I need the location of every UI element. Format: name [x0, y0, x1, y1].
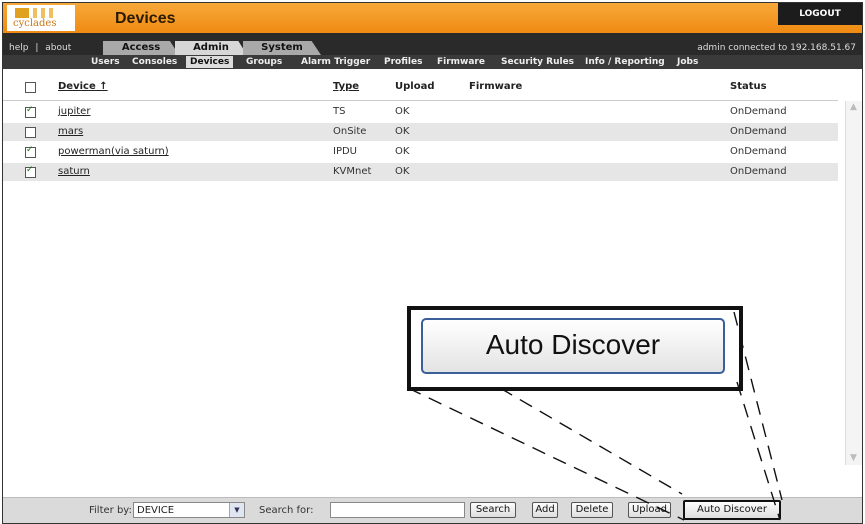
- device-type: IPDU: [333, 146, 357, 157]
- header-bar: cyclades Devices LOGOUT: [3, 3, 862, 33]
- separator: |: [35, 43, 39, 53]
- table-row: powerman(via saturn) IPDU OK OnDemand: [3, 143, 838, 161]
- device-upload: OK: [395, 106, 410, 117]
- auto-discover-button[interactable]: Auto Discover: [683, 500, 781, 520]
- column-status: Status: [730, 81, 767, 92]
- device-link[interactable]: saturn: [58, 166, 90, 177]
- device-type: KVMnet: [333, 166, 372, 177]
- subnav-firmware[interactable]: Firmware: [437, 56, 485, 68]
- device-upload: OK: [395, 166, 410, 177]
- subnav-info-reporting[interactable]: Info / Reporting: [585, 56, 665, 68]
- help-link[interactable]: help: [9, 43, 28, 53]
- select-all-checkbox[interactable]: [25, 82, 36, 93]
- upload-button[interactable]: Upload: [628, 502, 671, 518]
- table-row: mars OnSite OK OnDemand: [3, 123, 838, 141]
- filter-select[interactable]: DEVICE ▼: [133, 502, 245, 518]
- tab-access[interactable]: Access: [103, 41, 179, 55]
- auto-discover-zoomed-button: Auto Discover: [421, 318, 725, 374]
- subnav-jobs[interactable]: Jobs: [677, 56, 698, 68]
- tab-admin[interactable]: Admin: [175, 41, 247, 55]
- subnav-profiles[interactable]: Profiles: [384, 56, 422, 68]
- table-row: saturn KVMnet OK OnDemand: [3, 163, 838, 181]
- logo-mark-icon: [15, 8, 63, 18]
- app-window: cyclades Devices LOGOUT help | about Acc…: [2, 2, 863, 524]
- about-link[interactable]: about: [45, 43, 71, 53]
- help-links: help | about: [9, 43, 75, 53]
- device-link[interactable]: mars: [58, 126, 83, 137]
- search-input[interactable]: [330, 502, 465, 518]
- logo-text: cyclades: [13, 18, 57, 29]
- device-type: OnSite: [333, 126, 367, 137]
- tab-system[interactable]: System: [243, 41, 321, 55]
- row-checkbox[interactable]: [25, 145, 36, 158]
- column-device[interactable]: Device ↑: [58, 81, 108, 92]
- sub-nav: Users Consoles Devices Groups Alarm Trig…: [3, 55, 862, 69]
- subnav-security-rules[interactable]: Security Rules: [501, 56, 574, 68]
- row-checkbox[interactable]: [25, 165, 36, 178]
- add-button[interactable]: Add: [532, 502, 558, 518]
- main-nav: help | about Access Admin System admin c…: [3, 33, 862, 55]
- subnav-consoles[interactable]: Consoles: [132, 56, 177, 68]
- device-status: OnDemand: [730, 146, 787, 157]
- search-button[interactable]: Search: [470, 502, 516, 518]
- device-upload: OK: [395, 146, 410, 157]
- row-checkbox[interactable]: [25, 105, 36, 118]
- column-type[interactable]: Type: [333, 81, 359, 92]
- page-title: Devices: [115, 10, 176, 27]
- arrow-down-icon[interactable]: ▼: [849, 454, 858, 463]
- delete-button[interactable]: Delete: [571, 502, 613, 518]
- table-scrollbar[interactable]: ▲ ▼: [845, 101, 862, 465]
- device-link[interactable]: powerman(via saturn): [58, 146, 169, 157]
- row-checkbox[interactable]: [25, 127, 36, 138]
- device-status: OnDemand: [730, 166, 787, 177]
- table-row: jupiter TS OK OnDemand: [3, 103, 838, 121]
- device-type: TS: [333, 106, 346, 117]
- chevron-down-icon[interactable]: ▼: [229, 503, 244, 517]
- device-status: OnDemand: [730, 126, 787, 137]
- device-status: OnDemand: [730, 106, 787, 117]
- column-upload: Upload: [395, 81, 435, 92]
- subnav-users[interactable]: Users: [91, 56, 120, 68]
- table-header: Device ↑ Type Upload Firmware Status: [3, 73, 838, 101]
- subnav-groups[interactable]: Groups: [246, 56, 282, 68]
- search-label: Search for:: [259, 505, 314, 516]
- bottom-toolbar: Filter by: DEVICE ▼ Search for: Search A…: [3, 497, 862, 523]
- subnav-devices[interactable]: Devices: [186, 56, 234, 68]
- arrow-up-icon[interactable]: ▲: [849, 103, 858, 112]
- column-firmware: Firmware: [469, 81, 523, 92]
- filter-value: DEVICE: [137, 505, 175, 516]
- logout-button[interactable]: LOGOUT: [778, 3, 862, 25]
- zoom-callout: Auto Discover: [407, 306, 743, 391]
- subnav-alarm-trigger[interactable]: Alarm Trigger: [301, 56, 370, 68]
- connection-status: admin connected to 192.168.51.67: [697, 43, 856, 53]
- device-upload: OK: [395, 126, 410, 137]
- device-link[interactable]: jupiter: [58, 106, 90, 117]
- filter-label: Filter by:: [89, 505, 132, 516]
- cyclades-logo: cyclades: [7, 5, 75, 31]
